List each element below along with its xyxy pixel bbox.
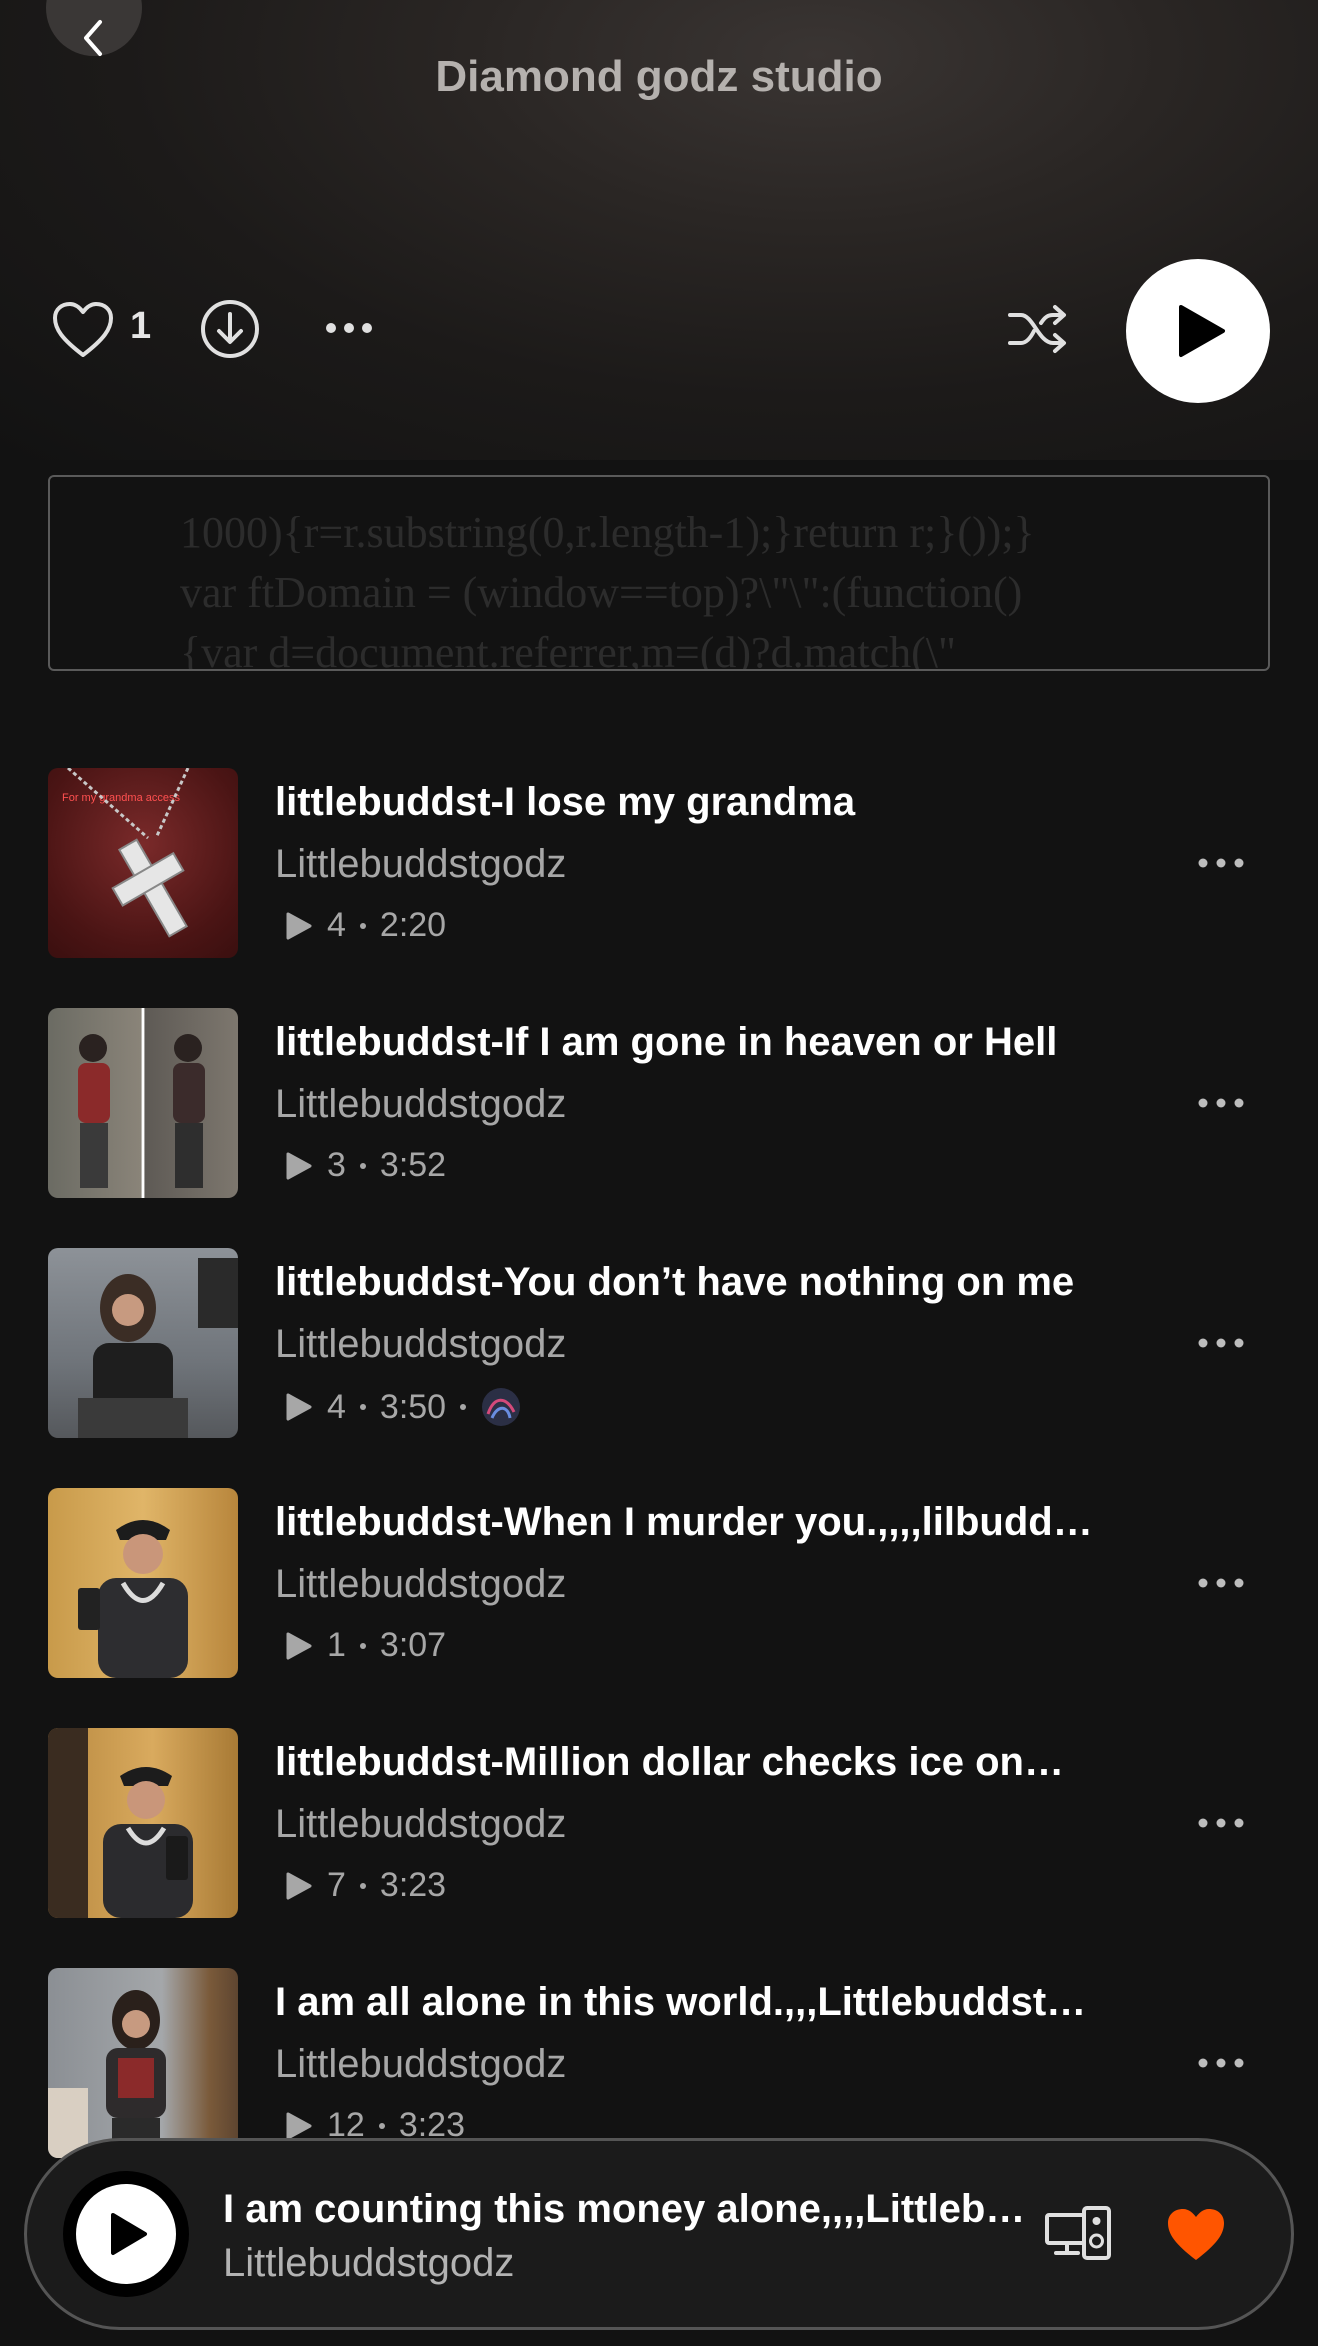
cross-pendant-image xyxy=(67,768,190,938)
play-count-icon xyxy=(286,2112,312,2139)
play-count-icon xyxy=(286,1393,312,1421)
separator-dot xyxy=(460,1404,467,1410)
track-stats: 4 2:20 xyxy=(285,906,446,945)
person-photo-image xyxy=(48,1990,166,2158)
play-count: 3 xyxy=(327,1146,346,1184)
spotlight-avatar-icon xyxy=(482,1388,521,1426)
track-title: I am all alone in this world.,,,Littlebu… xyxy=(275,1980,1087,2024)
like-button[interactable] xyxy=(50,297,116,363)
track-artist[interactable]: Littlebuddstgodz xyxy=(275,2042,566,2087)
page-title: Diamond godz studio xyxy=(435,52,883,101)
track-title: littlebuddst-You don’t have nothing on m… xyxy=(275,1260,1075,1304)
track-artist[interactable]: Littlebuddstgodz xyxy=(275,842,566,887)
track-row[interactable]: littlebuddst-You don’t have nothing on m… xyxy=(0,1248,1318,1440)
ellipsis-icon xyxy=(1198,1818,1244,1828)
track-row[interactable]: littlebuddst-Million dollar checks ice o… xyxy=(0,1728,1318,1920)
play-count-icon xyxy=(286,1152,312,1179)
play-count-icon xyxy=(286,912,312,939)
person-photo-image xyxy=(78,1520,188,1678)
play-icon xyxy=(111,2213,147,2255)
track-duration: 3:23 xyxy=(379,1866,447,1904)
ellipsis-icon xyxy=(326,323,372,333)
ellipsis-icon xyxy=(1198,1098,1244,1108)
heart-filled-icon xyxy=(1168,2209,1224,2260)
play-count: 1 xyxy=(327,1626,346,1664)
shuffle-icon xyxy=(1008,305,1066,353)
track-stats: 4 3:50 xyxy=(285,1386,522,1428)
track-title: littlebuddst-If I am gone in heaven or H… xyxy=(275,1020,1058,1064)
person-photo-image xyxy=(78,1034,205,1188)
track-more-button[interactable] xyxy=(1196,1808,1246,1838)
separator-dot xyxy=(378,2122,385,2129)
code-line: var ftDomain = (window==top)?\"\":(funct… xyxy=(180,568,1023,617)
play-count: 4 xyxy=(327,906,346,944)
track-row[interactable]: I am all alone in this world.,,,Littlebu… xyxy=(0,1968,1318,2160)
ellipsis-icon xyxy=(1198,1338,1244,1348)
track-more-button[interactable] xyxy=(1196,2048,1246,2078)
track-artist[interactable]: Littlebuddstgodz xyxy=(275,1082,566,1127)
play-count: 7 xyxy=(327,1866,346,1904)
track-artwork xyxy=(48,1248,238,1438)
mini-player-play-button[interactable] xyxy=(63,2171,189,2297)
track-stats: 3 3:52 xyxy=(285,1146,446,1185)
action-bar: 1 xyxy=(0,255,1318,405)
track-duration: 3:52 xyxy=(379,1146,447,1184)
ellipsis-icon xyxy=(1198,1578,1244,1588)
mini-player-like-button[interactable] xyxy=(1163,2205,1229,2265)
play-count-icon xyxy=(286,1872,312,1899)
track-row[interactable]: For my grandma access littlebuddst-I los… xyxy=(0,768,1318,960)
track-title: littlebuddst-Million dollar checks ice o… xyxy=(275,1740,1064,1784)
track-artist[interactable]: Littlebuddstgodz xyxy=(275,1562,566,1607)
track-artwork xyxy=(48,1728,238,1918)
separator-dot xyxy=(359,1642,366,1649)
track-artwork xyxy=(48,1488,238,1678)
track-artwork xyxy=(48,1008,238,1198)
person-photo-image xyxy=(78,1258,238,1438)
play-count-icon xyxy=(286,1632,312,1659)
separator-dot xyxy=(359,922,366,929)
track-duration: 3:50 xyxy=(379,1387,447,1426)
track-title: littlebuddst-I lose my grandma xyxy=(275,780,856,824)
play-count: 4 xyxy=(327,1387,346,1426)
track-stats: 1 3:07 xyxy=(285,1626,446,1665)
download-button[interactable] xyxy=(198,297,262,361)
track-more-button[interactable] xyxy=(1196,1568,1246,1598)
ellipsis-icon xyxy=(1198,2058,1244,2068)
separator-dot xyxy=(359,1882,366,1889)
mini-play-circle xyxy=(76,2184,176,2284)
code-line: {var d=document.referrer,m=(d)?d.match(\… xyxy=(180,628,956,671)
person-photo-image xyxy=(48,1728,193,1918)
separator-dot xyxy=(359,1404,366,1410)
track-more-button[interactable] xyxy=(1196,1328,1246,1358)
shuffle-button[interactable] xyxy=(1006,299,1070,359)
track-artwork xyxy=(48,1968,238,2158)
heart-outline-icon xyxy=(53,302,113,357)
connect-device-button[interactable] xyxy=(1043,2203,1113,2263)
like-count: 1 xyxy=(130,305,152,347)
track-duration: 2:20 xyxy=(379,906,447,944)
separator-dot xyxy=(359,1162,366,1169)
track-artwork: For my grandma access xyxy=(48,768,238,958)
track-artist[interactable]: Littlebuddstgodz xyxy=(275,1802,566,1847)
track-row[interactable]: littlebuddst-When I murder you.,,,,lilbu… xyxy=(0,1488,1318,1680)
track-more-button[interactable] xyxy=(1196,848,1246,878)
track-row[interactable]: littlebuddst-If I am gone in heaven or H… xyxy=(0,1008,1318,1200)
more-options-button[interactable] xyxy=(324,313,374,343)
mini-player-artist: Littlebuddstgodz xyxy=(223,2241,515,2285)
track-more-button[interactable] xyxy=(1196,1088,1246,1118)
mini-player-title: I am counting this money alone,,,,Little… xyxy=(223,2187,1026,2231)
download-icon xyxy=(201,300,259,358)
play-icon xyxy=(1179,305,1225,357)
track-title: littlebuddst-When I murder you.,,,,lilbu… xyxy=(275,1500,1093,1544)
devices-icon xyxy=(1045,2206,1111,2260)
mini-player[interactable]: I am counting this money alone,,,,Little… xyxy=(24,2138,1294,2330)
track-duration: 3:07 xyxy=(379,1626,447,1664)
code-snippet-box: 1000){r=r.substring(0,r.length-1);}retur… xyxy=(48,475,1270,671)
ellipsis-icon xyxy=(1198,858,1244,868)
track-stats: 7 3:23 xyxy=(285,1866,446,1905)
code-line: 1000){r=r.substring(0,r.length-1);}retur… xyxy=(180,508,1035,557)
play-all-button[interactable] xyxy=(1126,259,1270,403)
track-artist[interactable]: Littlebuddstgodz xyxy=(275,1322,566,1367)
